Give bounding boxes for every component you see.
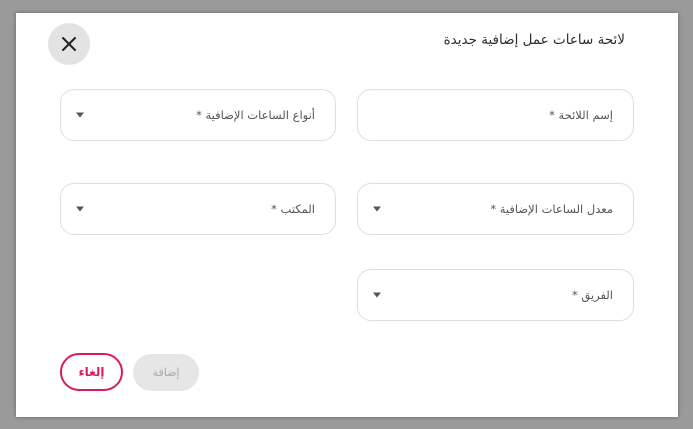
close-button[interactable]	[48, 23, 90, 65]
chevron-down-icon	[373, 292, 381, 298]
add-button[interactable]: إضافة	[133, 354, 199, 391]
close-icon	[62, 37, 76, 51]
overtime-types-select[interactable]: أنواع الساعات الإضافية *	[60, 89, 336, 141]
office-label: المكتب *	[271, 202, 315, 216]
overtime-rate-label: معدل الساعات الإضافية *	[490, 202, 613, 216]
chevron-down-icon	[76, 112, 84, 118]
team-label: الفريق *	[571, 288, 613, 302]
office-select[interactable]: المكتب *	[60, 183, 336, 235]
policy-name-label: إسم اللائحة *	[549, 108, 613, 122]
policy-name-input[interactable]: إسم اللائحة *	[357, 89, 634, 141]
cancel-button[interactable]: إلغاء	[60, 353, 123, 391]
overtime-types-label: أنواع الساعات الإضافية *	[196, 108, 315, 122]
team-select[interactable]: الفريق *	[357, 269, 634, 321]
dialog-title: لائحة ساعات عمل إضافية جديدة	[443, 32, 625, 48]
chevron-down-icon	[373, 206, 381, 212]
chevron-down-icon	[76, 206, 84, 212]
new-overtime-policy-dialog: لائحة ساعات عمل إضافية جديدة إسم اللائحة…	[16, 13, 678, 417]
overtime-rate-select[interactable]: معدل الساعات الإضافية *	[357, 183, 634, 235]
